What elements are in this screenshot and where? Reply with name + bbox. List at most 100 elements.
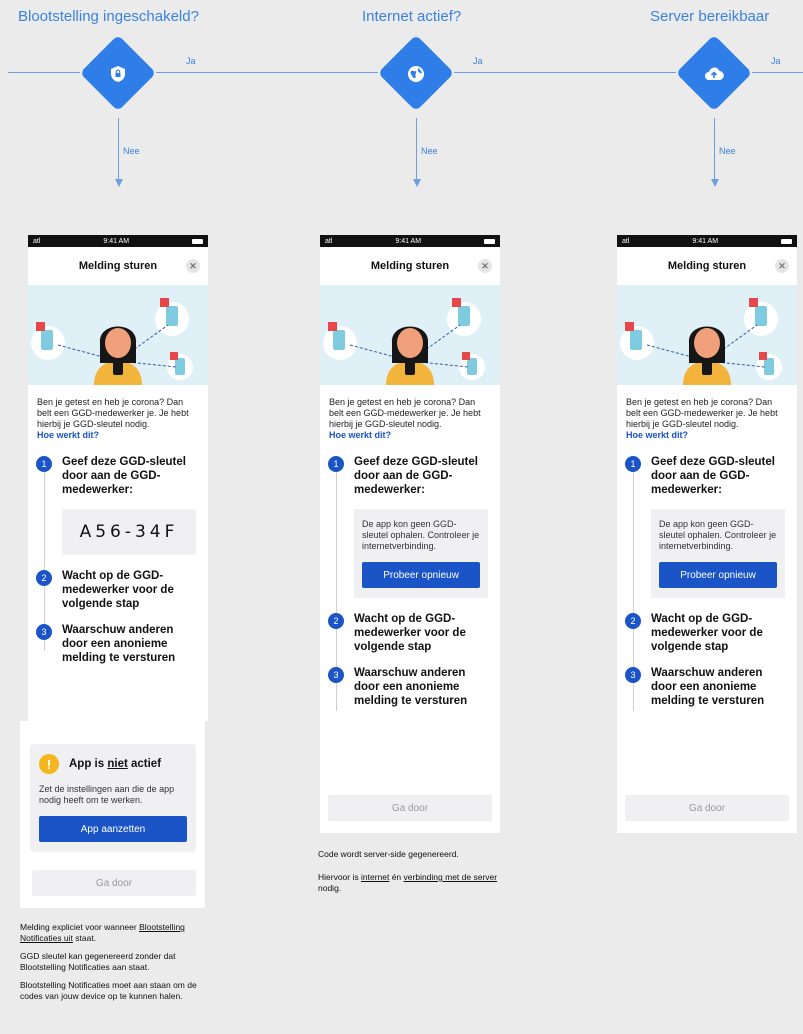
step-3: 3 Waarschuw anderen door een anonieme me… [36, 623, 200, 665]
how-it-works-link[interactable]: Hoe werkt dit? [626, 430, 788, 441]
intro-text: Ben je getest en heb je corona? Dan belt… [626, 397, 778, 429]
sheet-header: Melding sturen ✕ [28, 247, 208, 285]
yes-label-2: Ja [473, 56, 483, 66]
signal-icon: atl [622, 237, 630, 245]
check-title-server: Server bereikbaar [650, 8, 770, 25]
step-number: 1 [625, 456, 641, 472]
how-it-works-link[interactable]: Hoe werkt dit? [37, 430, 199, 441]
note-paragraph: Melding expliciet voor wanneer Blootstel… [20, 922, 205, 944]
inactive-sheet: ! App is niet actief Zet de instellingen… [20, 721, 205, 908]
step-number: 3 [625, 667, 641, 683]
shield-icon [107, 63, 129, 85]
status-bar: atl 9:41 AM [28, 235, 208, 247]
app-inactive-card: ! App is niet actief Zet de instellingen… [30, 744, 196, 852]
title-prefix: App is [69, 758, 108, 770]
step-2: 2 Wacht op de GGD-medewerker voor de vol… [625, 612, 789, 654]
step-3: 3 Waarschuw anderen door een anonieme me… [625, 666, 789, 708]
signal-icon: atl [325, 237, 333, 245]
step-2: 2 Wacht op de GGD-medewerker voor de vol… [328, 612, 492, 654]
step-text: Wacht op de GGD-medewerker voor de volge… [62, 570, 174, 610]
note-underlined: internet [360, 872, 390, 882]
close-button[interactable]: ✕ [478, 259, 492, 273]
arrow-down-icon [413, 179, 421, 187]
intro: Ben je getest en heb je corona? Dan belt… [28, 385, 208, 441]
status-time: 9:41 AM [103, 237, 130, 245]
continue-button[interactable]: Ga door [625, 795, 789, 821]
note-paragraph: Blootstelling Notificaties moet aan staa… [20, 980, 197, 1001]
step-text: Waarschuw anderen door een anonieme meld… [651, 667, 765, 707]
continue-button[interactable]: Ga door [32, 870, 196, 896]
step-number: 3 [328, 667, 344, 683]
sheet-header: Melding sturen ✕ [617, 247, 797, 285]
step-1: 1 Geef deze GGD-sleutel door aan de GGD-… [328, 455, 492, 497]
flow-line-no-1 [118, 118, 119, 182]
key-error-box: De app kon geen GGD-sleutel ophalen. Con… [354, 509, 488, 598]
sheet-title: Melding sturen [667, 260, 747, 272]
note-paragraph: Hiervoor is internet én verbinding met d… [318, 872, 503, 894]
phone-screen-exposure-off: atl 9:41 AM Melding sturen ✕ Ben je gete… [28, 235, 208, 721]
note-text: staat. [72, 933, 97, 943]
no-label-3: Nee [719, 146, 736, 156]
illustration [320, 285, 500, 385]
step-list: 1 Geef deze GGD-sleutel door aan de GGD-… [320, 441, 500, 711]
intro-text: Ben je getest en heb je corona? Dan belt… [37, 397, 189, 429]
card-text: Zet de instellingen aan die de app nodig… [39, 784, 175, 805]
note-text: nodig. [318, 883, 342, 893]
sheet-header: Melding sturen ✕ [320, 247, 500, 285]
sheet-title: Melding sturen [370, 260, 450, 272]
step-text: Waarschuw anderen door een anonieme meld… [62, 624, 176, 664]
step-text: Waarschuw anderen door een anonieme meld… [354, 667, 468, 707]
phone-screen-server-unreachable: atl 9:41 AM Melding sturen ✕ Ben je gete… [617, 235, 797, 833]
status-time: 9:41 AM [692, 237, 719, 245]
note-underlined: verbinding met de server [403, 872, 498, 882]
step-2: 2 Wacht op de GGD-medewerker voor de vol… [36, 569, 200, 611]
step-text: Wacht op de GGD-medewerker voor de volge… [651, 613, 763, 653]
close-button[interactable]: ✕ [186, 259, 200, 273]
flow-line-no-3 [714, 118, 715, 182]
step-1: 1 Geef deze GGD-sleutel door aan de GGD-… [625, 455, 789, 497]
key-error-box: De app kon geen GGD-sleutel ophalen. Con… [651, 509, 785, 598]
note-text: Melding expliciet voor wanneer [20, 922, 140, 932]
title-suffix: actief [127, 758, 162, 770]
enable-app-button[interactable]: App aanzetten [39, 816, 187, 842]
cloud-upload-icon [703, 63, 725, 85]
step-number: 2 [328, 613, 344, 629]
note-text: Hiervoor is [318, 872, 361, 882]
warning-icon: ! [39, 754, 59, 774]
how-it-works-link[interactable]: Hoe werkt dit? [329, 430, 491, 441]
step-number: 1 [328, 456, 344, 472]
step-3: 3 Waarschuw anderen door een anonieme me… [328, 666, 492, 708]
status-bar: atl 9:41 AM [320, 235, 500, 247]
retry-button[interactable]: Probeer opnieuw [362, 562, 480, 588]
error-text: De app kon geen GGD-sleutel ophalen. Con… [362, 519, 480, 551]
no-label-1: Nee [123, 146, 140, 156]
note-exposure: Melding expliciet voor wanneer Blootstel… [20, 922, 205, 1009]
no-label-2: Nee [421, 146, 438, 156]
continue-button[interactable]: Ga door [328, 795, 492, 821]
step-list: 1 Geef deze GGD-sleutel door aan de GGD-… [617, 441, 797, 711]
illustration [28, 285, 208, 385]
check-title-internet: Internet actief? [362, 8, 462, 25]
yes-label-1: Ja [186, 56, 196, 66]
step-list: 1 Geef deze GGD-sleutel door aan de GGD-… [28, 441, 208, 665]
step-number: 2 [625, 613, 641, 629]
arrow-down-icon [115, 179, 123, 187]
status-time: 9:41 AM [395, 237, 422, 245]
step-text: Geef deze GGD-sleutel door aan de GGD-me… [651, 456, 775, 496]
step-number: 1 [36, 456, 52, 472]
retry-button[interactable]: Probeer opnieuw [659, 562, 777, 588]
battery-icon [484, 238, 495, 244]
sheet-title: Melding sturen [78, 260, 158, 272]
phone-screen-internet-off: atl 9:41 AM Melding sturen ✕ Ben je gete… [320, 235, 500, 833]
battery-icon [192, 238, 203, 244]
step-text: Wacht op de GGD-medewerker voor de volge… [354, 613, 466, 653]
step-1: 1 Geef deze GGD-sleutel door aan de GGD-… [36, 455, 200, 497]
status-bar: atl 9:41 AM [617, 235, 797, 247]
intro: Ben je getest en heb je corona? Dan belt… [320, 385, 500, 441]
flow-line-yes-2 [454, 72, 676, 73]
close-button[interactable]: ✕ [775, 259, 789, 273]
note-paragraph: GGD sleutel kan gegenereerd zonder dat B… [20, 951, 176, 972]
yes-label-3: Ja [771, 56, 781, 66]
illustration [617, 285, 797, 385]
flow-line-in-1 [8, 72, 80, 73]
